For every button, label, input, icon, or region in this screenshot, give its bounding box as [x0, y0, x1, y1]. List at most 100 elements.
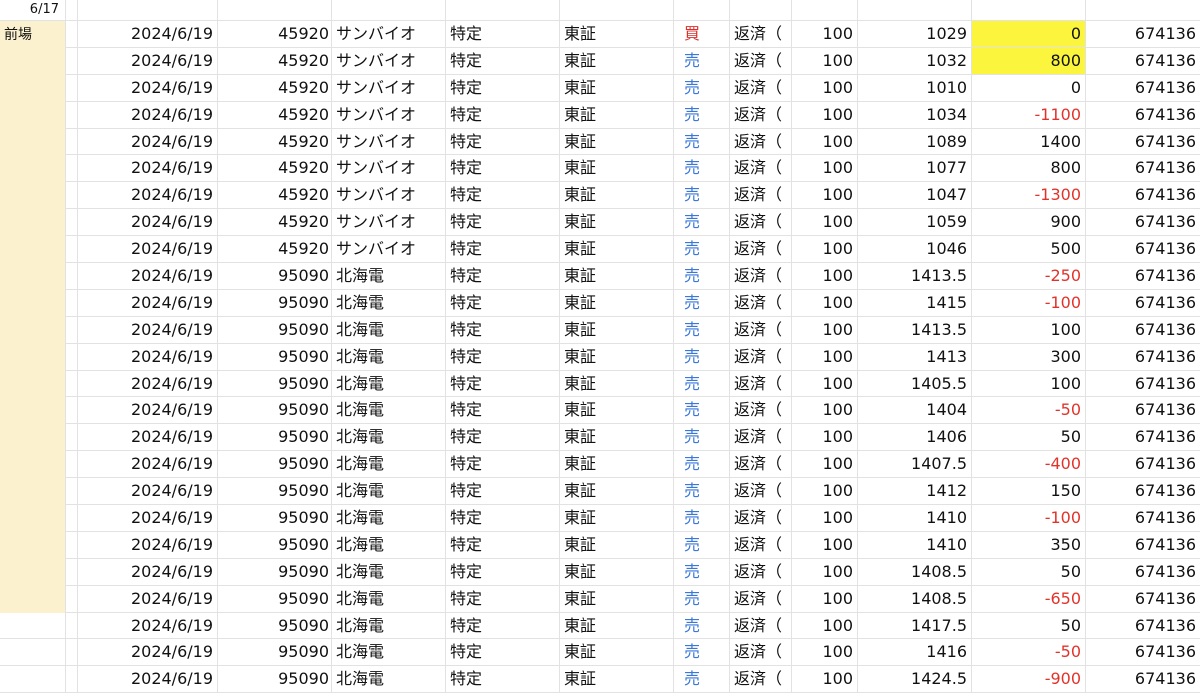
total-cell[interactable]: 674136 — [1086, 478, 1200, 506]
code-cell[interactable]: 95090 — [218, 478, 332, 506]
empty-cell[interactable] — [66, 236, 78, 264]
side-cell[interactable]: 売 — [674, 531, 730, 559]
market-cell[interactable]: 東証 — [560, 47, 674, 75]
price-cell[interactable]: 1413.5 — [858, 316, 972, 344]
account-cell[interactable]: 特定 — [446, 505, 560, 532]
code-cell[interactable]: 95090 — [218, 451, 332, 479]
market-cell[interactable]: 東証 — [560, 101, 674, 129]
quantity-cell[interactable]: 100 — [792, 451, 858, 479]
price-cell[interactable]: 1408.5 — [858, 585, 972, 613]
price-cell[interactable]: 1077 — [858, 155, 972, 183]
pnl-cell[interactable]: -50 — [972, 639, 1086, 667]
market-cell[interactable]: 東証 — [560, 639, 674, 667]
session-band-cell[interactable] — [0, 209, 66, 237]
empty-cell[interactable] — [858, 0, 972, 21]
price-cell[interactable]: 1404 — [858, 397, 972, 425]
stock-name-cell[interactable]: 北海電 — [332, 612, 446, 640]
side-cell[interactable]: 売 — [674, 558, 730, 586]
empty-cell[interactable] — [66, 639, 78, 667]
empty-cell[interactable] — [66, 612, 78, 640]
account-cell[interactable]: 特定 — [446, 128, 560, 156]
session-band-cell[interactable] — [0, 182, 66, 210]
account-cell[interactable]: 特定 — [446, 236, 560, 264]
price-cell[interactable]: 1415 — [858, 289, 972, 317]
side-cell[interactable]: 売 — [674, 639, 730, 667]
quantity-cell[interactable]: 100 — [792, 531, 858, 559]
side-cell[interactable]: 売 — [674, 478, 730, 506]
price-cell[interactable]: 1410 — [858, 531, 972, 559]
side-cell[interactable]: 売 — [674, 451, 730, 479]
trade-type-cell[interactable]: 返済（ — [730, 505, 792, 532]
session-band-cell[interactable] — [0, 343, 66, 371]
quantity-cell[interactable]: 100 — [792, 47, 858, 75]
date-cell[interactable]: 2024/6/19 — [78, 478, 218, 506]
session-band-cell[interactable] — [0, 236, 66, 264]
code-cell[interactable]: 95090 — [218, 612, 332, 640]
side-cell[interactable]: 売 — [674, 343, 730, 371]
pnl-cell[interactable]: -1300 — [972, 182, 1086, 210]
empty-cell[interactable] — [66, 0, 78, 21]
quantity-cell[interactable]: 100 — [792, 639, 858, 667]
quantity-cell[interactable]: 100 — [792, 74, 858, 102]
code-cell[interactable]: 95090 — [218, 424, 332, 452]
pnl-cell[interactable]: -250 — [972, 263, 1086, 290]
session-band-cell[interactable] — [0, 585, 66, 613]
quantity-cell[interactable]: 100 — [792, 182, 858, 210]
price-cell[interactable]: 1405.5 — [858, 370, 972, 398]
market-cell[interactable]: 東証 — [560, 128, 674, 156]
stock-name-cell[interactable]: 北海電 — [332, 289, 446, 317]
session-band-cell[interactable] — [0, 451, 66, 479]
account-cell[interactable]: 特定 — [446, 451, 560, 479]
side-cell[interactable]: 売 — [674, 397, 730, 425]
code-cell[interactable]: 95090 — [218, 263, 332, 290]
stock-name-cell[interactable]: 北海電 — [332, 505, 446, 532]
trade-type-cell[interactable]: 返済（ — [730, 236, 792, 264]
empty-cell[interactable] — [78, 0, 218, 21]
trade-type-cell[interactable]: 返済（ — [730, 343, 792, 371]
trade-type-cell[interactable]: 返済（ — [730, 424, 792, 452]
pnl-cell[interactable]: 800 — [972, 47, 1086, 75]
date-cell[interactable]: 2024/6/19 — [78, 558, 218, 586]
account-cell[interactable]: 特定 — [446, 558, 560, 586]
quantity-cell[interactable]: 100 — [792, 289, 858, 317]
pnl-cell[interactable]: 100 — [972, 370, 1086, 398]
empty-cell[interactable] — [730, 0, 792, 21]
session-band-cell[interactable] — [0, 316, 66, 344]
date-cell[interactable]: 2024/6/19 — [78, 370, 218, 398]
code-cell[interactable]: 95090 — [218, 289, 332, 317]
session-band-cell[interactable] — [0, 612, 66, 640]
session-band-cell[interactable] — [0, 639, 66, 667]
quantity-cell[interactable]: 100 — [792, 343, 858, 371]
total-cell[interactable]: 674136 — [1086, 209, 1200, 237]
stock-name-cell[interactable]: 北海電 — [332, 639, 446, 667]
trade-type-cell[interactable]: 返済（ — [730, 370, 792, 398]
price-cell[interactable]: 1413 — [858, 343, 972, 371]
side-cell[interactable]: 売 — [674, 370, 730, 398]
side-cell[interactable]: 売 — [674, 666, 730, 694]
session-band-cell[interactable] — [0, 666, 66, 694]
date-cell[interactable]: 2024/6/19 — [78, 639, 218, 667]
pnl-cell[interactable]: -900 — [972, 666, 1086, 694]
market-cell[interactable]: 東証 — [560, 343, 674, 371]
total-cell[interactable]: 674136 — [1086, 666, 1200, 694]
total-cell[interactable]: 674136 — [1086, 263, 1200, 290]
date-cell[interactable]: 2024/6/19 — [78, 209, 218, 237]
market-cell[interactable]: 東証 — [560, 74, 674, 102]
price-cell[interactable]: 1089 — [858, 128, 972, 156]
pnl-cell[interactable]: 900 — [972, 209, 1086, 237]
trade-type-cell[interactable]: 返済（ — [730, 209, 792, 237]
stock-name-cell[interactable]: 北海電 — [332, 263, 446, 290]
code-cell[interactable]: 45920 — [218, 155, 332, 183]
empty-cell[interactable] — [66, 128, 78, 156]
stock-name-cell[interactable]: 北海電 — [332, 531, 446, 559]
empty-cell[interactable] — [674, 0, 730, 21]
date-cell[interactable]: 2024/6/19 — [78, 155, 218, 183]
session-band-cell[interactable] — [0, 397, 66, 425]
pnl-cell[interactable]: 50 — [972, 424, 1086, 452]
stock-name-cell[interactable]: サンバイオ — [332, 74, 446, 102]
date-cell[interactable]: 2024/6/19 — [78, 21, 218, 48]
empty-cell[interactable] — [66, 585, 78, 613]
quantity-cell[interactable]: 100 — [792, 612, 858, 640]
code-cell[interactable]: 95090 — [218, 316, 332, 344]
total-cell[interactable]: 674136 — [1086, 371, 1200, 398]
